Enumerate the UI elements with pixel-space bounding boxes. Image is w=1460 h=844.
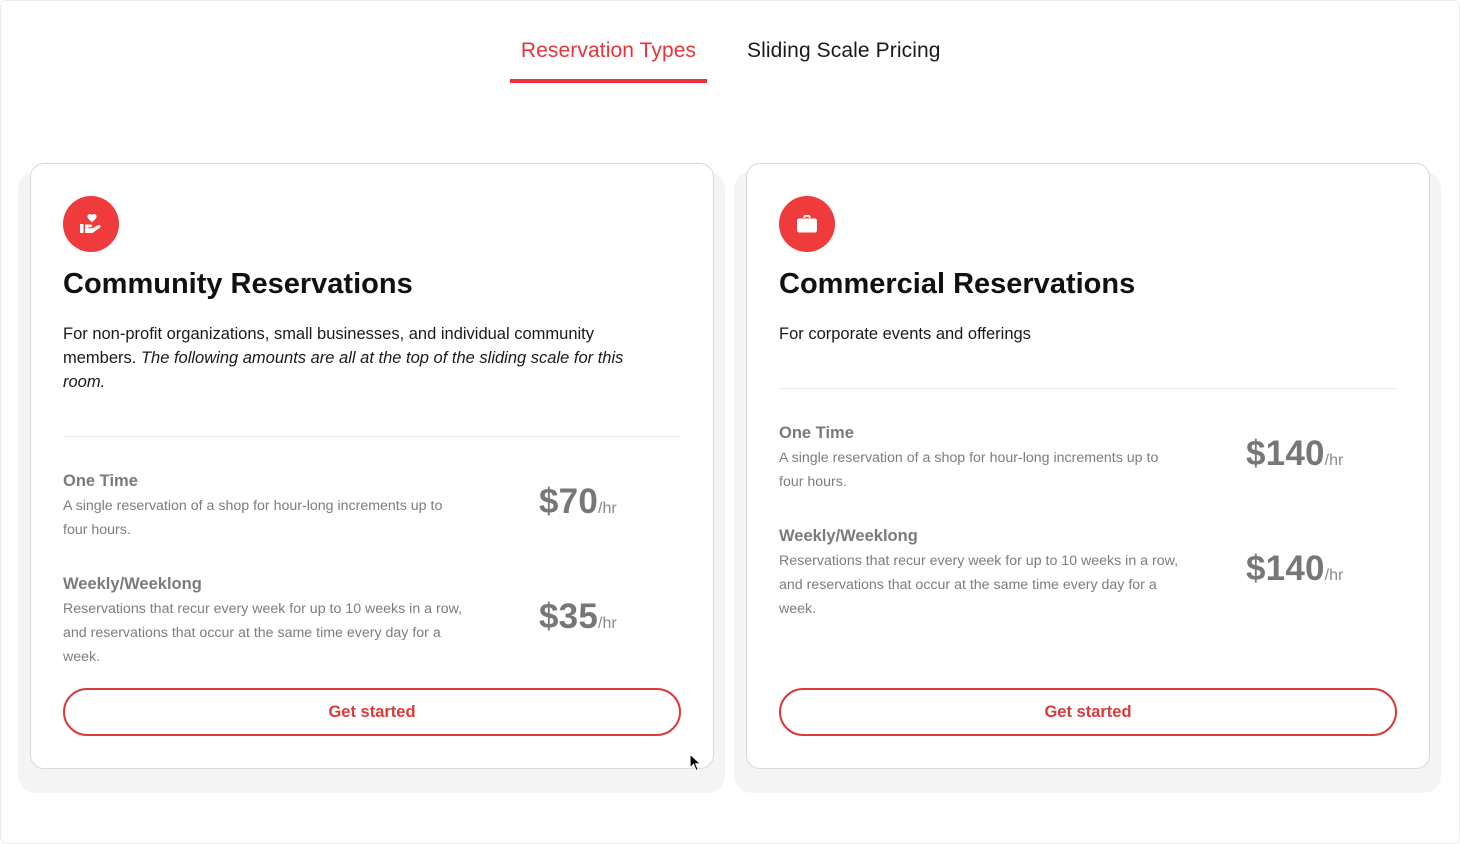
rate-price: $70/hr — [539, 482, 617, 522]
get-started-button[interactable]: Get started — [779, 688, 1397, 736]
price-unit: /hr — [1324, 452, 1344, 469]
briefcase-icon — [779, 196, 835, 252]
card-title: Community Reservations — [63, 268, 413, 300]
card-description: For non-profit organizations, small busi… — [63, 322, 663, 394]
description-italic-note: The following amounts are all at the top… — [63, 349, 624, 391]
divider — [779, 388, 1397, 389]
price-amount: $70 — [539, 482, 598, 521]
price-unit: /hr — [598, 500, 617, 517]
rate-price: $140/hr — [1246, 549, 1343, 589]
rate-name: Weekly/Weeklong — [779, 527, 918, 545]
divider — [63, 436, 681, 437]
tab-bar: Reservation Types Sliding Scale Pricing — [1, 39, 1459, 85]
price-unit: /hr — [598, 615, 617, 632]
rate-description: Reservations that recur every week for u… — [779, 553, 1179, 617]
rate-description: A single reservation of a shop for hour-… — [779, 450, 1159, 490]
get-started-button[interactable]: Get started — [63, 688, 681, 736]
card-description: For corporate events and offerings — [779, 322, 1379, 346]
price-unit: /hr — [1324, 567, 1344, 584]
mouse-cursor-icon — [689, 753, 703, 772]
price-amount: $140 — [1246, 434, 1325, 473]
tab-sliding-scale-pricing[interactable]: Sliding Scale Pricing — [747, 39, 941, 83]
hand-heart-icon — [63, 196, 119, 252]
price-amount: $140 — [1246, 549, 1325, 588]
rate-price: $140/hr — [1246, 434, 1343, 474]
description-text: For corporate events and offerings — [779, 325, 1031, 343]
community-reservations-card: Community Reservations For non-profit or… — [30, 163, 714, 769]
rate-description: Reservations that recur every week for u… — [63, 601, 463, 665]
rate-one-time: One Time A single reservation of a shop … — [63, 470, 681, 542]
page-frame: Reservation Types Sliding Scale Pricing … — [0, 0, 1460, 844]
tab-reservation-types[interactable]: Reservation Types — [510, 39, 707, 83]
price-amount: $35 — [539, 597, 598, 636]
rate-description: A single reservation of a shop for hour-… — [63, 498, 443, 538]
rate-one-time: One Time A single reservation of a shop … — [779, 422, 1397, 494]
rate-weekly: Weekly/Weeklong Reservations that recur … — [63, 573, 681, 669]
commercial-reservations-card: Commercial Reservations For corporate ev… — [746, 163, 1430, 769]
rate-weekly: Weekly/Weeklong Reservations that recur … — [779, 525, 1397, 621]
rate-name: Weekly/Weeklong — [63, 575, 202, 593]
rate-price: $35/hr — [539, 597, 617, 637]
card-title: Commercial Reservations — [779, 268, 1136, 300]
